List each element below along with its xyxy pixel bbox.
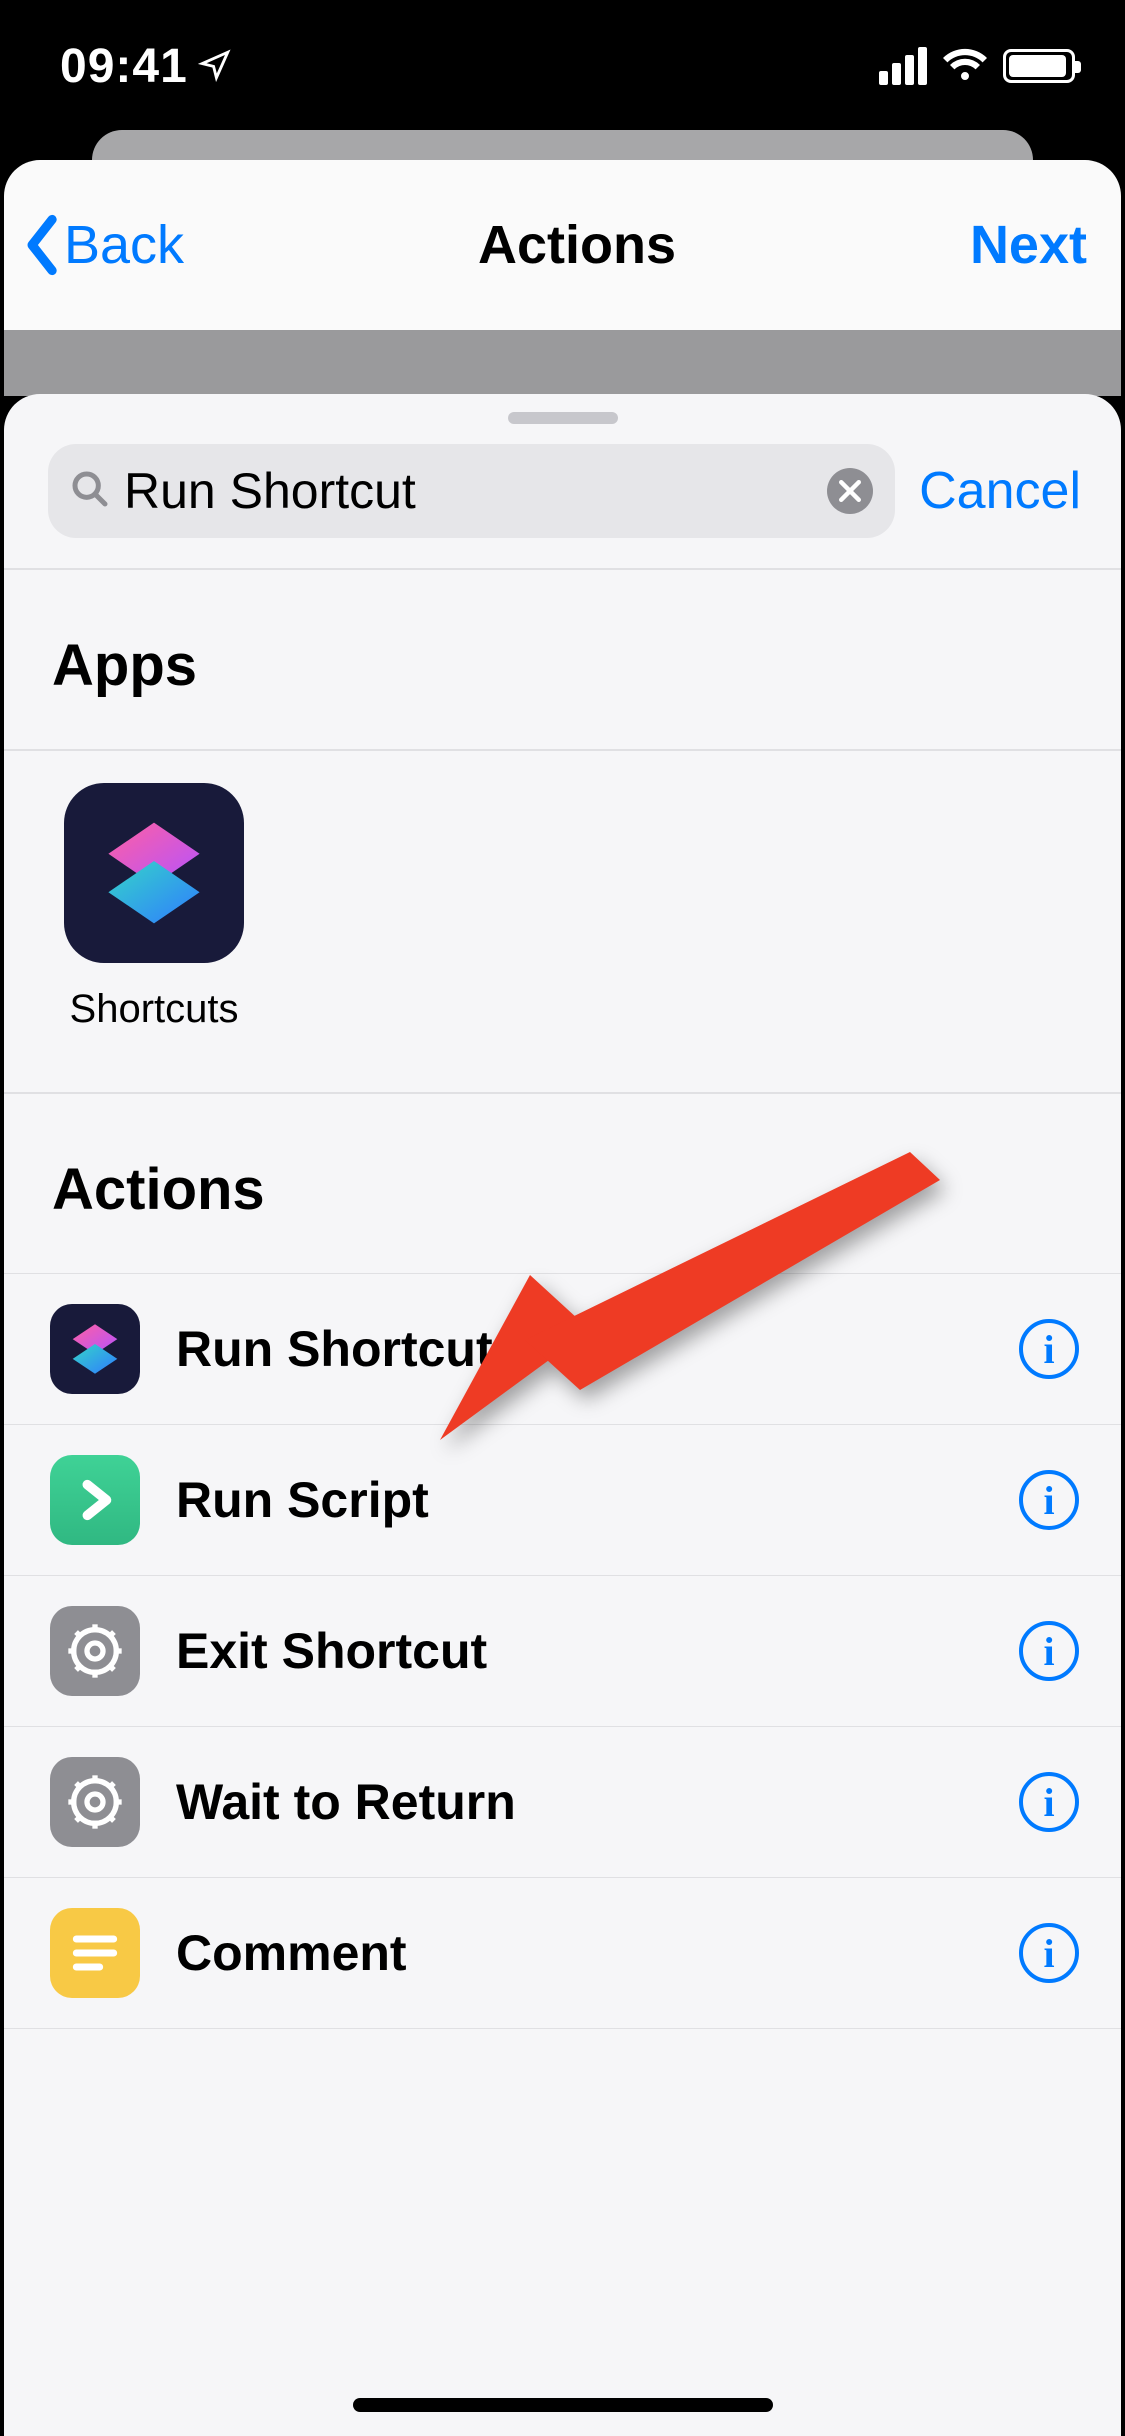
- action-exit-shortcut[interactable]: Exit Shortcut i: [4, 1575, 1121, 1726]
- action-label: Run Shortcut: [176, 1320, 983, 1378]
- action-label: Exit Shortcut: [176, 1622, 983, 1680]
- action-run-script[interactable]: Run Script i: [4, 1424, 1121, 1575]
- info-button[interactable]: i: [1019, 1923, 1079, 1983]
- action-comment[interactable]: Comment i: [4, 1877, 1121, 2029]
- next-button[interactable]: Next: [970, 214, 1087, 276]
- info-button[interactable]: i: [1019, 1772, 1079, 1832]
- cellular-signal-icon: [879, 47, 927, 85]
- chevron-right-icon: [50, 1455, 140, 1545]
- info-button[interactable]: i: [1019, 1470, 1079, 1530]
- actions-section-title: Actions: [4, 1094, 1121, 1273]
- shortcuts-app-icon: [64, 783, 244, 963]
- search-icon: [70, 469, 110, 514]
- clock-text: 09:41: [60, 39, 188, 94]
- app-shortcuts[interactable]: Shortcuts: [64, 783, 244, 1032]
- status-time: 09:41: [60, 39, 232, 94]
- action-wait-to-return[interactable]: Wait to Return i: [4, 1726, 1121, 1877]
- sheet-grabber[interactable]: [508, 412, 618, 424]
- nav-title: Actions: [478, 214, 676, 276]
- status-bar: 09:41: [0, 0, 1125, 132]
- action-label: Comment: [176, 1924, 983, 1982]
- action-label: Run Script: [176, 1471, 983, 1529]
- battery-icon: [1003, 49, 1075, 83]
- apps-section-title: Apps: [4, 570, 1121, 749]
- clear-search-button[interactable]: [827, 468, 873, 514]
- home-indicator[interactable]: [353, 2398, 773, 2412]
- gear-icon: [50, 1757, 140, 1847]
- back-button[interactable]: Back: [24, 214, 184, 276]
- app-label: Shortcuts: [70, 987, 239, 1032]
- shortcuts-icon: [50, 1304, 140, 1394]
- back-label: Back: [64, 214, 184, 276]
- cancel-search-button[interactable]: Cancel: [919, 461, 1081, 521]
- text-lines-icon: [50, 1908, 140, 1998]
- nav-bar: Back Actions Next: [4, 160, 1121, 330]
- automation-sheet: Back Actions Next: [4, 160, 1121, 396]
- search-field[interactable]: Run Shortcut: [48, 444, 895, 538]
- action-label: Wait to Return: [176, 1773, 983, 1831]
- search-input-value: Run Shortcut: [124, 462, 813, 520]
- wifi-icon: [941, 40, 989, 93]
- info-button[interactable]: i: [1019, 1621, 1079, 1681]
- location-icon: [198, 39, 232, 94]
- action-run-shortcut[interactable]: Run Shortcut i: [4, 1273, 1121, 1424]
- action-picker-sheet: Run Shortcut Cancel Apps: [4, 394, 1121, 2436]
- sheet-gap: [4, 330, 1121, 396]
- info-button[interactable]: i: [1019, 1319, 1079, 1379]
- gear-icon: [50, 1606, 140, 1696]
